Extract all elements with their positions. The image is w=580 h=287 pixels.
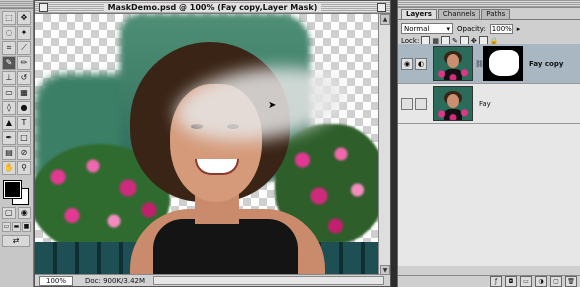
- quick-mask-mode-icon[interactable]: ◉: [17, 207, 31, 219]
- close-box-icon[interactable]: [39, 3, 48, 12]
- shape-tool-icon[interactable]: □: [17, 131, 31, 145]
- layer-style-icon[interactable]: ƒ: [490, 276, 502, 287]
- eye-icon[interactable]: ◉: [401, 57, 413, 70]
- jump-to-row: ⇄: [0, 233, 33, 249]
- stamp-tool-icon[interactable]: ⊥: [2, 71, 16, 85]
- vertical-scrollbar[interactable]: ▲ ▼: [378, 14, 390, 276]
- dodge-tool-icon[interactable]: ●: [17, 101, 31, 115]
- lasso-tool-icon[interactable]: ◌: [2, 26, 16, 40]
- standard-mode-icon[interactable]: ▢: [2, 207, 16, 219]
- subject-top: [153, 219, 298, 276]
- color-swatches: [2, 179, 31, 205]
- jump-to-imageready-icon[interactable]: ⇄: [2, 235, 30, 247]
- eye-hidden-icon[interactable]: [401, 97, 413, 110]
- zoom-box-icon[interactable]: [377, 3, 386, 12]
- add-mask-icon[interactable]: ◘: [505, 276, 517, 287]
- foreground-color-swatch[interactable]: [3, 180, 22, 199]
- full-screen-menu-mode-icon[interactable]: ▬: [12, 222, 21, 232]
- arrow-cursor-icon: ➤: [268, 100, 277, 111]
- dropdown-arrow-icon: ▾: [446, 24, 450, 33]
- path-selection-tool-icon[interactable]: ▲: [2, 116, 16, 130]
- toolbox-titlebar[interactable]: [0, 0, 33, 9]
- standard-screen-mode-icon[interactable]: ▭: [2, 222, 11, 232]
- trash-icon[interactable]: 🗑: [565, 276, 577, 287]
- new-layer-icon[interactable]: ▢: [550, 276, 562, 287]
- tab-layers[interactable]: Layers: [401, 9, 437, 19]
- layer-thumbnail[interactable]: [433, 46, 473, 81]
- layer-name: Fay copy: [529, 59, 564, 68]
- layers-palette: Layers Channels Paths Normal ▾ Opacity: …: [397, 0, 580, 287]
- chain-link-icon[interactable]: ⛓: [475, 58, 484, 70]
- layer-row-fay-copy[interactable]: ◉ ◐ ⛓ Fay copy: [398, 44, 580, 84]
- blend-mode-value: Normal: [404, 24, 430, 33]
- pencil-tool-icon[interactable]: ✏: [17, 56, 31, 70]
- blend-opacity-row: Normal ▾ Opacity: 100% ▸: [398, 20, 580, 35]
- layer-list: ◉ ◐ ⛓ Fay copy Fay: [398, 44, 580, 266]
- quick-mask-row: ▢ ◉: [0, 205, 33, 221]
- zoom-tool-icon[interactable]: ⚲: [17, 161, 31, 175]
- status-bar: 100% Doc: 900K/3.42M: [35, 274, 390, 286]
- marquee-tool-icon[interactable]: ⬚: [2, 11, 16, 25]
- tool-grid: ⬚ ✥ ◌ ✦ ⌗ ⟋ ✎ ✏ ⊥ ↺ ▭ ▦ ◊ ● ▲ T ✒ □ ▤ ⊘ ✋ ⚲: [0, 9, 33, 175]
- document-window: MaskDemo.psd @ 100% (Fay copy,Layer Mask…: [34, 0, 391, 287]
- document-size-info[interactable]: Doc: 900K/3.42M: [85, 277, 145, 285]
- layer-name: Fay: [479, 99, 491, 108]
- tab-paths[interactable]: Paths: [481, 9, 511, 19]
- hand-tool-icon[interactable]: ✋: [2, 161, 16, 175]
- opacity-arrow-icon[interactable]: ▸: [517, 25, 521, 33]
- screen-mode-row: ▭ ▬ ■: [0, 221, 33, 233]
- layer-thumbnail[interactable]: [433, 86, 473, 121]
- mask-edit-icon[interactable]: ◐: [415, 57, 427, 70]
- blur-tool-icon[interactable]: ◊: [2, 101, 16, 115]
- palette-bottom-toolbar: ƒ ◘ ▭ ◑ ▢ 🗑: [398, 275, 580, 287]
- opacity-field[interactable]: 100%: [489, 23, 513, 34]
- blend-mode-select[interactable]: Normal ▾: [401, 23, 453, 34]
- document-titlebar[interactable]: MaskDemo.psd @ 100% (Fay copy,Layer Mask…: [35, 1, 390, 14]
- eyedropper-tool-icon[interactable]: ⊘: [17, 146, 31, 160]
- eraser-tool-icon[interactable]: ▭: [2, 86, 16, 100]
- toolbox: ⬚ ✥ ◌ ✦ ⌗ ⟋ ✎ ✏ ⊥ ↺ ▭ ▦ ◊ ● ▲ T ✒ □ ▤ ⊘ ✋ ⚲ ▢ ◉ ▭ ▬ ■ ⇄: [0, 0, 34, 287]
- layer-row-fay[interactable]: Fay: [398, 84, 580, 124]
- new-set-icon[interactable]: ▭: [520, 276, 532, 287]
- adjustment-layer-icon[interactable]: ◑: [535, 276, 547, 287]
- zoom-level-field[interactable]: 100%: [39, 275, 73, 286]
- magic-wand-tool-icon[interactable]: ✦: [17, 26, 31, 40]
- paintbrush-tool-icon[interactable]: ✎: [2, 56, 16, 70]
- notes-tool-icon[interactable]: ▤: [2, 146, 16, 160]
- history-brush-tool-icon[interactable]: ↺: [17, 71, 31, 85]
- move-tool-icon[interactable]: ✥: [17, 11, 31, 25]
- gradient-tool-icon[interactable]: ▦: [17, 86, 31, 100]
- document-title: MaskDemo.psd @ 100% (Fay copy,Layer Mask…: [103, 2, 322, 12]
- palette-titlebar[interactable]: [398, 0, 580, 8]
- slice-tool-icon[interactable]: ⟋: [17, 41, 31, 55]
- pen-tool-icon[interactable]: ✒: [2, 131, 16, 145]
- palette-tabs: Layers Channels Paths: [398, 8, 580, 20]
- scroll-up-arrow-icon[interactable]: ▲: [380, 14, 390, 25]
- horizontal-scrollbar[interactable]: [153, 276, 384, 285]
- image-canvas[interactable]: ➤: [35, 14, 380, 276]
- type-tool-icon[interactable]: T: [17, 116, 31, 130]
- full-screen-mode-icon[interactable]: ■: [22, 222, 31, 232]
- layer-mask-thumbnail[interactable]: [483, 46, 523, 81]
- tab-channels[interactable]: Channels: [437, 9, 481, 19]
- crop-tool-icon[interactable]: ⌗: [2, 41, 16, 55]
- layer-edit-icon[interactable]: [415, 97, 427, 110]
- opacity-label: Opacity:: [457, 24, 486, 33]
